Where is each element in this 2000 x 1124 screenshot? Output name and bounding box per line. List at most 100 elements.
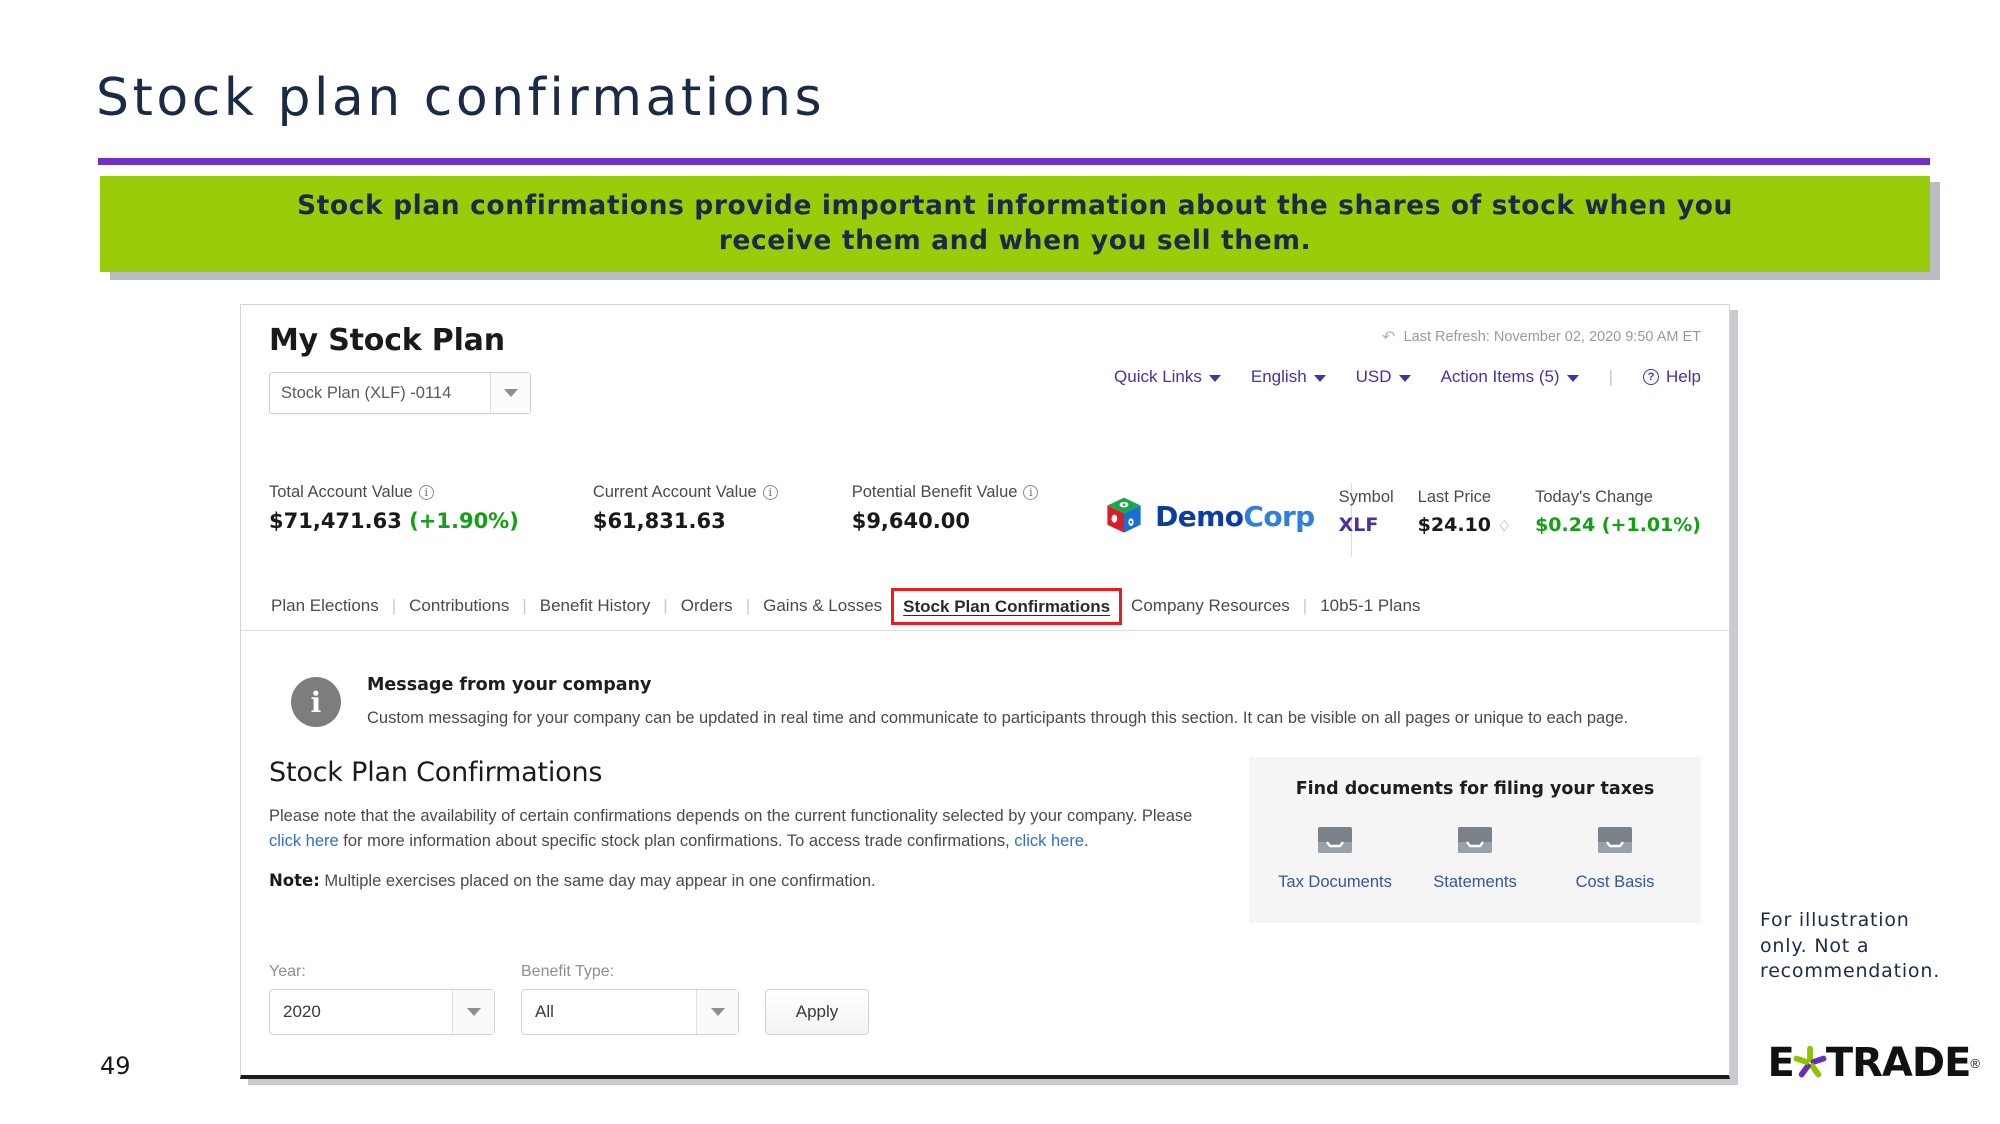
nav-divider: | (1608, 367, 1614, 386)
chevron-down-icon[interactable] (490, 373, 530, 413)
democorp-cube-logo (1107, 497, 1141, 533)
year-filter-label: Year: (269, 963, 306, 981)
info-icon: i (291, 677, 341, 727)
info-icon[interactable]: i (1023, 485, 1039, 500)
nav-language-label: English (1250, 367, 1307, 386)
slide-page-number: 49 (100, 1052, 131, 1080)
nav-quick-links[interactable]: Quick Links (1114, 367, 1221, 387)
tab-stock-plan-confirmations: Stock Plan Confirmations (903, 596, 1111, 616)
ticker-last-price-label: Last Price (1417, 488, 1492, 506)
section-paragraph-part-c: . (1084, 832, 1089, 851)
total-account-value-amount: $71,471.63 (269, 509, 402, 533)
current-account-value: Current Account Value i $61,831.63 (593, 483, 778, 533)
nav-language[interactable]: English (1251, 367, 1326, 387)
total-account-value-label-wrap: Total Account Value i (269, 483, 519, 502)
section-paragraph-part-a: Please note that the availability of cer… (269, 806, 1193, 825)
click-here-link-2[interactable]: click here (1014, 832, 1084, 850)
nav-currency[interactable]: USD (1356, 367, 1411, 387)
document-tray-icon (1598, 826, 1632, 853)
benefit-type-select-value: All (535, 1002, 554, 1022)
ticker-todays-change-label: Today's Change (1535, 488, 1653, 506)
plan-select[interactable]: Stock Plan (XLF) -0114 (269, 372, 531, 414)
company-message-text: Custom messaging for your company can be… (367, 709, 1629, 727)
ticker-todays-change: Today's Change $0.24 (+1.01%) (1535, 488, 1701, 536)
app-card: My Stock Plan Stock Plan (XLF) -0114 ↷ L… (240, 304, 1730, 1079)
etrade-asterisk-icon (1793, 1046, 1827, 1078)
current-account-value-amount: $61,831.63 (592, 509, 726, 533)
info-icon[interactable]: i (418, 485, 434, 500)
last-refresh: ↷ Last Refresh: November 02, 2020 9:50 A… (1382, 327, 1701, 347)
page-title: Stock plan confirmations (96, 68, 826, 128)
chevron-down-icon[interactable] (696, 990, 738, 1035)
section-paragraph-part-b: for more information about specific stoc… (338, 832, 1015, 851)
company-message-title: Message from your company (367, 675, 652, 695)
chevron-down-icon[interactable] (452, 990, 494, 1035)
nav-action-items[interactable]: Action Items (5) (1441, 367, 1579, 387)
tab-benefit-history[interactable]: Benefit History (538, 592, 653, 620)
ticker-last-price-value-wrap: $24.10 ♢ (1418, 514, 1511, 536)
refresh-icon[interactable]: ↷ (1382, 327, 1395, 347)
section-title: Stock Plan Confirmations (269, 756, 603, 788)
apply-button[interactable]: Apply (765, 989, 869, 1036)
year-select[interactable]: 2020 (269, 989, 495, 1036)
company-message: i Message from your company Custom messa… (241, 631, 1729, 731)
click-here-link-1[interactable]: click here (269, 832, 339, 850)
doc-item-cost-basis-label: Cost Basis (1575, 872, 1655, 891)
benefit-type-select[interactable]: All (521, 989, 739, 1036)
chevron-down-icon (1566, 375, 1579, 382)
section-paragraph: Please note that the availability of cer… (269, 804, 1219, 855)
chevron-down-icon (1208, 375, 1221, 382)
document-tray-icon (1318, 826, 1352, 853)
benefit-type-filter-label: Benefit Type: (521, 963, 615, 981)
tab-contributions[interactable]: Contributions (407, 592, 511, 620)
banner-line-2: receive them and when you sell them. (718, 225, 1312, 256)
slide-root: Stock plan confirmations Stock plan conf… (0, 0, 2000, 1124)
doc-item-tax-documents[interactable]: Tax Documents (1269, 825, 1401, 893)
potential-benefit-value-amount: $9,640.00 (851, 509, 970, 533)
title-divider (98, 158, 1930, 165)
tab-divider: | (1302, 596, 1308, 615)
bell-icon[interactable]: ♢ (1498, 517, 1511, 535)
nav-action-items-label: Action Items (5) (1440, 367, 1560, 386)
account-values-row: Total Account Value i $71,471.63 (+1.90%… (241, 483, 1729, 575)
doc-item-cost-basis[interactable]: Cost Basis (1549, 825, 1681, 893)
current-account-value-label: Current Account Value (592, 483, 757, 501)
banner-text: Stock plan confirmations provide importa… (297, 189, 1733, 259)
section-note-label: Note: (269, 870, 320, 890)
company-logo: DemoCorp (1103, 495, 1315, 537)
tab-orders[interactable]: Orders (679, 592, 735, 620)
illustration-disclaimer: For illustration only. Not a recommendat… (1760, 909, 1941, 983)
company-message-body: Message from your company Custom messagi… (367, 675, 1628, 731)
etrade-logo: E TRADE ® (1768, 1040, 1981, 1086)
ticker-symbol-label: Symbol (1338, 488, 1394, 506)
year-select-value: 2020 (283, 1002, 321, 1022)
total-account-value: Total Account Value i $71,471.63 (+1.90%… (269, 483, 519, 533)
etrade-logo-registered: ® (1970, 1055, 1980, 1071)
info-icon[interactable]: i (762, 485, 778, 500)
total-account-value-amount-wrap: $71,471.63 (+1.90%) (269, 509, 519, 533)
ticker-symbol: Symbol XLF (1339, 488, 1394, 536)
help-circle-icon: ? (1643, 369, 1660, 385)
year-filter: Year: 2020 (269, 963, 495, 1036)
ticker-todays-change-value: $0.24 (+1.01%) (1535, 514, 1701, 536)
doc-item-statements[interactable]: Statements (1409, 825, 1541, 893)
company-name-part2: Corp (1243, 499, 1315, 533)
nav-help[interactable]: ? Help (1643, 367, 1701, 387)
tab-gains-and-losses[interactable]: Gains & Losses (761, 592, 884, 620)
section-note-text: Multiple exercises placed on the same da… (319, 871, 876, 890)
benefit-type-filter: Benefit Type: All (521, 963, 739, 1036)
find-documents-items: Tax Documents Statements Cost Basis (1265, 825, 1685, 893)
tab-company-resources[interactable]: Company Resources (1129, 592, 1292, 620)
section-note: Note: Multiple exercises placed on the s… (269, 871, 1219, 891)
tab-plan-elections[interactable]: Plan Elections (269, 592, 381, 620)
tab-divider: | (391, 596, 397, 615)
ticker-symbol-value: XLF (1338, 514, 1379, 536)
plan-select-value: Stock Plan (XLF) -0114 (281, 383, 452, 402)
potential-benefit-value-label-wrap: Potential Benefit Value i (852, 483, 1039, 502)
tab-10b5-1-plans[interactable]: 10b5-1 Plans (1318, 592, 1422, 620)
company-name-part1: Demo (1155, 499, 1244, 533)
potential-benefit-value-label: Potential Benefit Value (851, 483, 1018, 501)
banner-line-1: Stock plan confirmations provide importa… (296, 190, 1734, 222)
tab-divider: | (522, 596, 527, 615)
tab-stock-plan-confirmations-highlight[interactable]: Stock Plan Confirmations (891, 587, 1123, 625)
